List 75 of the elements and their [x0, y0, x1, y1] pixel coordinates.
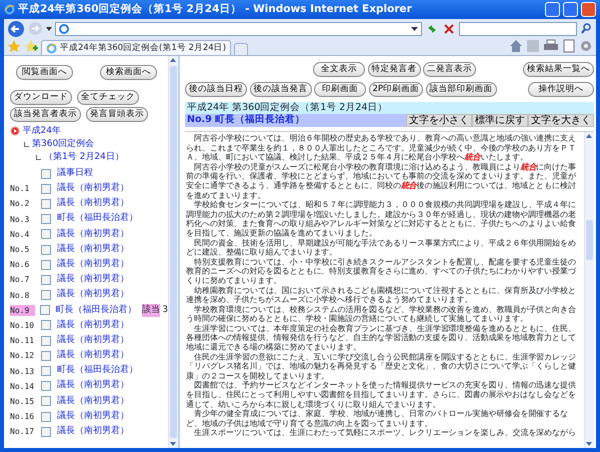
speaker-link[interactable]: 議長（南初男君） — [57, 318, 147, 332]
speaker-link[interactable]: 議長（南初男君） — [57, 394, 147, 408]
speaker-link[interactable]: 議長（南初男君） — [57, 228, 147, 242]
item-number: No.5 — [10, 244, 30, 256]
font-size-button[interactable]: 標準に戻す — [472, 114, 528, 127]
speaker-link[interactable]: 議長（南初男君） — [57, 410, 147, 424]
paragraph: 生涯学習については、本年度策定の社会教育プランに基づき、生涯学習環境整備を進めるとともに、住民、各種団体への情報提供、情報発信を行うなど、自主的な学習活動の支援を図り、活動成果を地域教育力として地域に還元できる場の構築に努めてまいります。 — [186, 324, 577, 352]
action-button[interactable]: 検索結果一覧へ — [523, 62, 594, 77]
paragraph: 青少年の健全育成については、家庭、学校、地域が連携し、日常のパトロール実施や研修会を開催するなど、地域の子供は地域で守り育てる意識の向上を図ってまいります。 — [186, 410, 570, 428]
item-number: No.1 — [10, 183, 30, 194]
item-number: No.6 — [10, 259, 30, 270]
item-number: No.12 — [10, 350, 36, 362]
paragraph: 阿古谷小学校の児童がスムーズに松尾台小学校の教育環境に溶け込めるよう、教職員により統合に向けた事前の準備を行い、保護者、学校にとどまらず、地域においても事前の交流を深めてまいります。また、児童が安全に通学できるよう、通学路を整備するとともに、同校の統合後の施設利用については、地域とともに検討を進めてまいります。 — [186, 162, 577, 200]
action-button[interactable]: 後の該当発言 — [250, 82, 312, 97]
window-title: 平成24年第360回定例会（第1号 2月24日） - Windows Internet Explorer — [18, 2, 412, 17]
tree-item[interactable]: （第1号 2月24日） — [44, 150, 124, 164]
item-number: No.9 — [10, 304, 35, 316]
font-size-button[interactable]: 文字を小さく — [406, 114, 472, 127]
paragraph: 幼稚園教育については、国において示されるこども園構想について注視するとともに、保育所及び小学校と連携を深め、子供たちがスムーズに小学校へ移行できるよう努めてまいります。 — [186, 286, 577, 305]
session-title: 平成24年 第360回定例会（第1号 2月24日） — [185, 102, 594, 114]
speaker-link[interactable]: 議長（南初男君） — [57, 197, 147, 211]
item-number: No.2 — [10, 198, 30, 210]
speaker-link[interactable]: 町長（福田長治君） — [56, 304, 142, 318]
browser-tab[interactable]: 平成24年第360回定例会(第1号 2月24日) — [41, 40, 232, 55]
speaker-link[interactable]: 議長（南初男君） — [57, 425, 147, 439]
speaker-link[interactable]: 町長（福田長治君） — [57, 364, 147, 378]
item-number: No.15 — [10, 396, 36, 407]
paragraph: 学校給食センターについては、昭和５７年に調理能力３，０００食規模の共同調理場を建設し、平成４年に調理能力の拡大のため第２調理場を増設いたしました。建設から３０年が経過し、現状の建物や調理機器の老朽化への対策、また食育への取り組みやアレルギー対策などに対応するとともに、子供たちへのよりよい給食を目指して、施設更新の協議を進めてまいりました。 — [186, 200, 577, 238]
font-size-button[interactable]: 文字を大きく — [528, 114, 594, 127]
hit-label: 該当 — [142, 304, 160, 318]
paragraph: 阿古谷小学校については、明治６年開校の歴史ある学校であり、教育への高い意識と地域の強い連携に支えられ、これまで卒業生を約１，８００人輩出したところです。児童減少が続く中、今後の学校のあり方をＰＴＡ、地域、町において協議、検討した結果、平成２５年４月に松尾台小学校へ統合いたします。 — [186, 134, 577, 162]
speaker-link[interactable]: 議長（南初男君） — [57, 182, 147, 196]
item-number: No.4 — [10, 228, 30, 240]
nav-button[interactable]: 検索画面へ — [100, 64, 157, 80]
speaker-heading: No.9 町長（福田長治君） — [186, 113, 306, 128]
action-button[interactable]: 印刷画面 — [314, 82, 366, 97]
speaker-link[interactable]: 議長（南初男君） — [57, 349, 147, 363]
speaker-link[interactable]: 議長（南初男君） — [57, 379, 147, 393]
tool-button[interactable]: ダウンロード — [10, 90, 72, 104]
action-button[interactable]: 該当部印刷画面 — [426, 82, 497, 97]
item-number: No.14 — [10, 380, 36, 392]
action-button[interactable]: 操作説明へ — [528, 82, 594, 97]
action-button[interactable]: 全文表示 — [313, 62, 365, 77]
tree-item[interactable]: 第360回定例会 — [32, 138, 94, 150]
speaker-link[interactable]: 議事日程 — [57, 166, 147, 180]
tool-button[interactable]: 該当発言者表示 — [10, 107, 81, 122]
action-button[interactable]: 二発言表示 — [423, 62, 476, 77]
paragraph: 学校教育環境については、校務システムの活用を図るなど、学校業務の改善を進め、教職員が子供と向き合う時間の確保に努めるとともに、学校・園施設の営繕についても継続して実施してまいります。 — [186, 305, 577, 324]
paragraph: 図書館では、予約サービスなどインターネットを使った情報提供サービスの充実を図り、情報の迅速な提供を目指し、住民にとって利用しやすい図書館を目指してまいります。さらに、図書の展示やおはなし会などを通じて、幼いころから本に親しむ環境づくりに取り組んでまいります。 — [186, 381, 577, 410]
speaker-link[interactable]: 議長（南初男君） — [57, 288, 147, 302]
item-number: No.13 — [10, 366, 36, 377]
paragraph: 特別支援教育については、小・中学校に引き続きスクールアシスタントを配置し、配慮を要する児童生徒の教育的ニーズへの対応を図るとともに、特別支援教育をさらに進め、すべての子供たちにわかりやすい授業づくりに努めてまいります。 — [186, 258, 578, 286]
tool-button[interactable]: 発言冒頭表示 — [86, 107, 148, 122]
item-number: No.11 — [10, 335, 36, 346]
nav-button[interactable]: 閲覧画面へ — [16, 64, 73, 80]
speaker-link[interactable]: 議長（南初男君） — [57, 334, 147, 348]
speaker-link[interactable]: 議長（南初男君） — [57, 258, 147, 272]
action-button[interactable]: 特定発言者 — [368, 62, 420, 77]
tree-item[interactable]: 平成24年 — [22, 124, 61, 138]
item-number: No.17 — [10, 426, 36, 438]
item-number: No.16 — [10, 411, 36, 422]
speaker-link[interactable]: 町長（福田長治君） — [57, 212, 147, 226]
item-number: No.7 — [10, 274, 30, 286]
speaker-link[interactable]: 議長（南初男君） — [57, 273, 147, 287]
hit-count: 3 — [162, 304, 168, 317]
action-button[interactable]: 後の該当日程 — [185, 82, 247, 97]
action-button[interactable]: 2P印刷画面 — [368, 82, 424, 97]
item-number: No.8 — [10, 290, 30, 301]
item-number: No.3 — [10, 214, 30, 225]
tool-button[interactable]: 全てチェック — [77, 90, 139, 104]
paragraph: 住民の生涯学習の意欲にこたえ、互いに学び交流し合う公民館講座を開設するとともに、生涯学習カレッジ「リバグレス猪名川」では、地域の魅力を再発見する「歴史と文化」、食の大切さについて学ぶ「くらしと健康」の２コースを開校してまいります。 — [186, 352, 577, 381]
item-number: No.10 — [10, 320, 36, 331]
speaker-link[interactable]: 議長（南初男君） — [57, 242, 147, 256]
paragraph: 民間の資金、技術を活用し、早期建設が可能な手法であるリース事業方式により、平成２６年供用開始をめどに建設、整備に取り組んでまいります。 — [186, 238, 577, 258]
paragraph: 生涯スポーツについては、生涯にわたって気軽にスポーツ、レクリエーションを楽しみ、交流を深めながら — [193, 428, 577, 438]
